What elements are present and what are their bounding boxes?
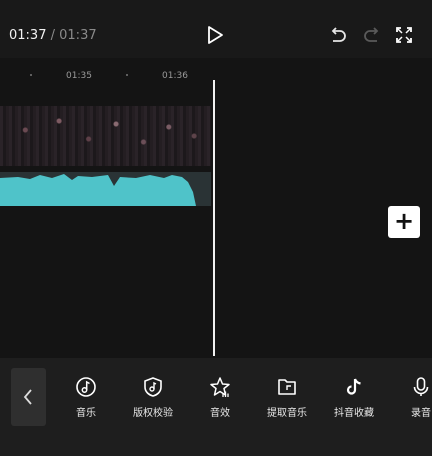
time-separator: / [50, 28, 55, 43]
tool-music[interactable]: 音乐 [56, 376, 116, 419]
tool-sound-effect[interactable]: 音效 [190, 376, 250, 419]
tool-label: 音乐 [76, 408, 96, 419]
ruler-dot [126, 74, 128, 76]
sound-effect-icon [210, 377, 230, 397]
back-button[interactable] [11, 368, 46, 426]
playhead[interactable] [213, 80, 215, 356]
tool-label: 音效 [210, 408, 230, 419]
tool-record[interactable]: 录音 [391, 376, 432, 419]
plus-icon: + [393, 207, 415, 235]
extract-music-icon [278, 379, 296, 395]
current-time: 01:37 [9, 28, 47, 43]
undo-icon[interactable] [328, 26, 348, 46]
player-top-bar: 01:37 / 01:37 [0, 0, 432, 58]
audio-waveform [0, 174, 196, 206]
copyright-check-icon [144, 377, 162, 397]
total-time: 01:37 [59, 28, 97, 43]
tool-douyin-favorites[interactable]: 抖音收藏 [324, 376, 384, 419]
ruler-tick: 01:36 [162, 71, 188, 81]
tool-label: 版权校验 [133, 408, 173, 419]
play-icon[interactable] [204, 24, 226, 46]
chevron-left-icon [23, 389, 32, 405]
redo-icon[interactable] [362, 26, 382, 46]
tool-extract-music[interactable]: 提取音乐 [257, 376, 317, 419]
ruler-dot [30, 74, 32, 76]
time-ruler[interactable]: 01:35 01:36 [0, 58, 432, 88]
audio-clip[interactable] [0, 172, 211, 206]
music-icon [76, 377, 96, 397]
timeline-area[interactable]: + [0, 88, 432, 358]
audio-toolbar: 音乐 版权校验 音效 提取音乐 抖音收藏 录音 [0, 358, 432, 456]
playback-time: 01:37 / 01:37 [9, 28, 97, 43]
tool-copyright-check[interactable]: 版权校验 [123, 376, 183, 419]
tool-label: 录音 [411, 408, 431, 419]
microphone-icon [413, 377, 429, 396]
douyin-favorites-icon [346, 378, 361, 395]
add-clip-button[interactable]: + [388, 206, 420, 238]
tool-label: 抖音收藏 [334, 408, 374, 419]
fullscreen-icon[interactable] [394, 25, 414, 45]
ruler-tick: 01:35 [66, 71, 92, 81]
video-clip[interactable] [0, 106, 211, 166]
tool-label: 提取音乐 [267, 408, 307, 419]
